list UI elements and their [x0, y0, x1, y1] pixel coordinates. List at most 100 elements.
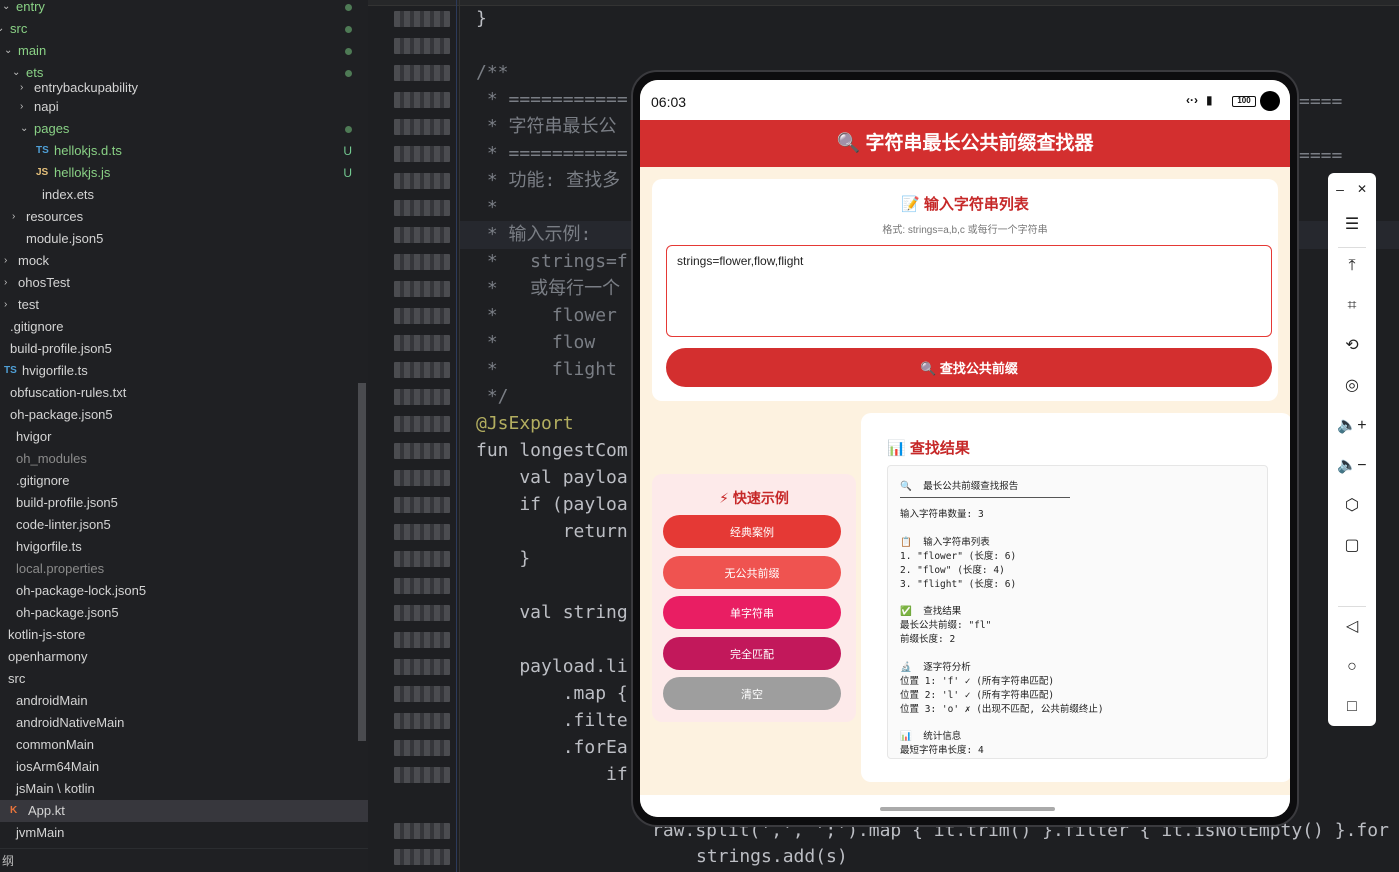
explorer-item[interactable]: androidNativeMain [0, 712, 368, 734]
code-line[interactable]: fun longestCom [476, 437, 628, 464]
chevron-down-icon[interactable]: ⌄ [0, 18, 4, 40]
home-indicator[interactable] [880, 807, 1055, 811]
explorer-item[interactable]: ⌄ src [0, 18, 368, 40]
explorer-item[interactable]: ⌄ pages [0, 118, 368, 140]
explorer-item[interactable]: build-profile.json5 [0, 338, 368, 360]
explorer-item[interactable]: code-linter.json5 [0, 514, 368, 536]
code-line[interactable]: .filte [476, 707, 628, 734]
clear-button[interactable]: 清空 [663, 677, 841, 710]
explorer-item[interactable]: iosArm64Main [0, 756, 368, 778]
screen-icon[interactable]: ▢ [1328, 531, 1376, 561]
explorer-item[interactable]: obfuscation-rules.txt [0, 382, 368, 404]
example-classic-button[interactable]: 经典案例 [663, 515, 841, 548]
close-button[interactable]: ✕ [1350, 174, 1374, 204]
code-line[interactable]: * flower [476, 302, 617, 329]
code-line[interactable]: * flight [476, 356, 617, 383]
line-number [394, 11, 450, 27]
explorer-item[interactable]: ⌄ main [0, 40, 368, 62]
explorer-item[interactable]: › resources [0, 206, 368, 228]
explorer-item[interactable]: local.properties [0, 558, 368, 580]
code-line[interactable]: /** [476, 59, 509, 86]
code-line[interactable]: * 功能: 查找多 [476, 167, 620, 194]
rotate-icon[interactable]: ⟲ [1328, 331, 1376, 361]
explorer-scrollbar[interactable] [358, 383, 366, 741]
explorer-item[interactable]: build-profile.json5 [0, 492, 368, 514]
pin-top-icon[interactable]: ⤒ [1328, 251, 1376, 281]
code-line[interactable]: if (payloa [476, 491, 627, 518]
code-line[interactable]: .forEa [476, 734, 628, 761]
code-line[interactable]: } [476, 545, 530, 572]
explorer-item[interactable]: hvigorfile.ts [0, 536, 368, 558]
explorer-item[interactable]: openharmony [0, 646, 368, 668]
fold-icon[interactable]: ⬡ [1328, 491, 1376, 521]
menu-icon[interactable]: ☰ [1328, 210, 1376, 240]
strings-input[interactable] [666, 245, 1272, 337]
record-icon[interactable]: ◎ [1328, 371, 1376, 401]
crop-screenshot-icon[interactable]: ⌗ [1328, 291, 1376, 321]
code-line[interactable]: * strings=f [476, 248, 628, 275]
explorer-item[interactable]: oh_modules [0, 448, 368, 470]
explorer-item[interactable]: TS hellokjs.d.ts U [0, 140, 368, 162]
code-line[interactable]: * 输入示例: [476, 221, 592, 248]
code-line[interactable]: .map { [476, 680, 628, 707]
explorer-item[interactable]: commonMain [0, 734, 368, 756]
home-icon[interactable]: ○ [1328, 652, 1376, 682]
example-single-string-button[interactable]: 单字符串 [663, 596, 841, 629]
code-line[interactable]: * 字符串最长公 [476, 113, 617, 140]
code-line[interactable]: payload.li [476, 653, 627, 680]
explorer-item[interactable]: oh-package.json5 [0, 602, 368, 624]
explorer-item[interactable]: module.json5 [0, 228, 368, 250]
explorer-item[interactable]: index.ets [0, 184, 368, 206]
chevron-right-icon[interactable]: › [12, 206, 15, 228]
result-report[interactable]: 🔍 最长公共前缀查找报告 输入字符串数量: 3 📋 输入字符串列表 1. "flowe… [887, 465, 1268, 759]
find-prefix-button[interactable]: 🔍 查找公共前缀 [666, 348, 1272, 387]
code-line[interactable]: val payloa [476, 464, 627, 491]
explorer-item[interactable]: TS hvigorfile.ts [0, 360, 368, 382]
explorer-item[interactable]: › ohosTest [0, 272, 368, 294]
chevron-right-icon[interactable]: › [4, 294, 7, 316]
chevron-down-icon[interactable]: ⌄ [20, 118, 28, 140]
code-line[interactable]: if [476, 761, 628, 788]
explorer-item[interactable]: jvmMain [0, 822, 368, 844]
example-full-match-button[interactable]: 完全匹配 [663, 637, 841, 670]
explorer-item[interactable]: oh-package.json5 [0, 404, 368, 426]
explorer-item[interactable]: ⌄ entry [0, 0, 368, 18]
explorer-item[interactable]: oh-package-lock.json5 [0, 580, 368, 602]
explorer-item[interactable]: androidMain [0, 690, 368, 712]
code-line[interactable]: return [476, 518, 628, 545]
chevron-right-icon[interactable]: › [4, 272, 7, 294]
back-icon[interactable]: ◁ [1328, 612, 1376, 642]
explorer-item[interactable]: jsMain \ kotlin [0, 778, 368, 800]
chevron-right-icon[interactable]: › [4, 250, 7, 272]
code-line[interactable]: val string [476, 599, 627, 626]
explorer-item[interactable]: K App.kt [0, 800, 368, 822]
explorer-item[interactable]: › mock [0, 250, 368, 272]
explorer-item[interactable]: › napi [0, 96, 368, 118]
code-line[interactable]: * =========== [476, 140, 628, 167]
code-line[interactable]: } [476, 5, 487, 32]
explorer-item[interactable]: hvigor [0, 426, 368, 448]
example-no-prefix-button[interactable]: 无公共前缀 [663, 556, 841, 589]
explorer-item[interactable]: kotlin-js-store [0, 624, 368, 646]
code-line[interactable]: @JsExport [476, 410, 574, 437]
code-overflow-line-2[interactable]: strings.add(s) [696, 843, 848, 870]
code-line[interactable]: * =========== [476, 86, 628, 113]
recents-icon[interactable]: □ [1328, 692, 1376, 722]
code-line[interactable]: */ [476, 383, 509, 410]
volume-down-icon[interactable]: 🔈− [1328, 451, 1376, 481]
volume-up-icon[interactable]: 🔈+ [1328, 411, 1376, 441]
chevron-down-icon[interactable]: ⌄ [2, 0, 10, 18]
minimize-button[interactable]: – [1328, 174, 1352, 204]
explorer-item[interactable]: .gitignore [0, 316, 368, 338]
chevron-right-icon[interactable]: › [20, 96, 23, 118]
outline-panel-header[interactable]: 纲 [0, 848, 368, 872]
code-line[interactable]: * [476, 194, 498, 221]
explorer-item[interactable]: JS hellokjs.js U [0, 162, 368, 184]
chevron-down-icon[interactable]: ⌄ [4, 40, 12, 62]
code-line[interactable]: * 或每行一个 [476, 275, 620, 302]
explorer-item[interactable]: › test [0, 294, 368, 316]
code-fragment-right-2: ==== [1299, 145, 1343, 166]
code-line[interactable]: * flow [476, 329, 595, 356]
explorer-item[interactable]: .gitignore [0, 470, 368, 492]
explorer-item[interactable]: src [0, 668, 368, 690]
